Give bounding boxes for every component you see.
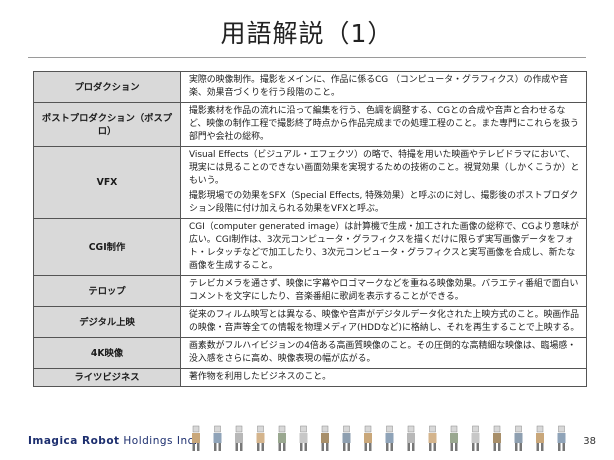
glossary-row: デジタル上映 従来のフィルム映写とは異なる、映像や音声がデジタルデータ化された上映… (33, 306, 587, 338)
robot-figure (407, 425, 415, 451)
glossary-term: VFX (33, 146, 181, 219)
robot-figure (321, 425, 329, 451)
slide-title: 用語解説（1） (220, 19, 394, 48)
definition-paragraph: 撮影素材を作品の流れに沿って編集を行う、色調を調整する、CGとの合成や音声と合わ… (189, 106, 579, 142)
robot-figure (299, 425, 308, 451)
glossary-term: CGI制作 (33, 218, 181, 276)
definition-paragraph: 従来のフィルム映写とは異なる、映像や音声がデジタルデータ化された上映方式のこと。… (189, 310, 580, 333)
robot-figure (364, 425, 372, 451)
robot-figures-illustration (192, 425, 566, 451)
robot-figure (471, 425, 480, 451)
glossary-row: CGI制作 CGI（computer generated image）は計算機で生… (33, 218, 587, 276)
glossary-row: ライツビジネス 著作物を利用したビジネスのこと。 (33, 368, 587, 387)
robot-figure (278, 425, 286, 451)
robot-figure (428, 425, 437, 451)
company-logo-text: Imagica Robot Holdings Inc. (28, 435, 198, 447)
glossary-row: 4K映像 画素数がフルハイビジョンの4倍ある高画質映像のこと。その圧倒的な高精細な… (33, 337, 587, 369)
glossary-term: プロダクション (33, 71, 181, 103)
robot-figure (450, 425, 458, 451)
definition-paragraph: テレビカメラを通さず、映像に字幕やロゴマークなどを重ねる映像効果。バラエティ番組… (189, 279, 579, 302)
glossary-definition: CGI（computer generated image）は計算機で生成・加工さ… (180, 218, 587, 276)
glossary-term: ポストプロダクション（ポスプロ） (33, 102, 181, 147)
glossary-row: VFX Visual Effects（ビジュアル・エフェクツ）の略で、特撮を用いた… (33, 146, 587, 219)
glossary-term: ライツビジネス (33, 368, 181, 387)
definition-paragraph: CGI（computer generated image）は計算機で生成・加工さ… (189, 222, 579, 271)
robot-figure (514, 425, 523, 451)
glossary-definition: 従来のフィルム映写とは異なる、映像や音声がデジタルデータ化された上映方式のこと。… (180, 306, 587, 338)
glossary-definition: Visual Effects（ビジュアル・エフェクツ）の略で、特撮を用いた映画や… (180, 146, 587, 219)
robot-figure (557, 425, 566, 451)
glossary-term: テロップ (33, 275, 181, 307)
glossary-row: テロップ テレビカメラを通さず、映像に字幕やロゴマークなどを重ねる映像効果。バラエ… (33, 275, 587, 307)
glossary-definition: 著作物を利用したビジネスのこと。 (180, 368, 587, 387)
title-divider (28, 57, 586, 58)
glossary-definition: 実際の映像制作。撮影をメインに、作品に係るCG （コンピュータ・グラフィクス）の… (180, 71, 587, 103)
robot-figure (256, 425, 265, 451)
glossary-definition: 撮影素材を作品の流れに沿って編集を行う、色調を調整する、CGとの合成や音声と合わ… (180, 102, 587, 147)
robot-figure (235, 425, 243, 451)
glossary-term: 4K映像 (33, 337, 181, 369)
glossary-table: プロダクション 実際の映像制作。撮影をメインに、作品に係るCG （コンピュータ・グ… (33, 71, 587, 387)
definition-paragraph: 撮影現場での効果をSFX（Special Effects, 特殊効果）と呼ぶのに… (189, 191, 579, 214)
brand-bold: Imagica Robot (28, 435, 120, 447)
glossary-term: デジタル上映 (33, 306, 181, 338)
definition-paragraph: 実際の映像制作。撮影をメインに、作品に係るCG （コンピュータ・グラフィクス）の… (189, 75, 569, 98)
definition-paragraph: Visual Effects（ビジュアル・エフェクツ）の略で、特撮を用いた映画や… (189, 150, 580, 186)
robot-figure (385, 425, 394, 451)
glossary-row: ポストプロダクション（ポスプロ） 撮影素材を作品の流れに沿って編集を行う、色調を調… (33, 102, 587, 147)
glossary-definition: テレビカメラを通さず、映像に字幕やロゴマークなどを重ねる映像効果。バラエティ番組… (180, 275, 587, 307)
page-number: 38 (583, 436, 596, 447)
definition-paragraph: 画素数がフルハイビジョンの4倍ある高画質映像のこと。その圧倒的な高精細な映像は、… (189, 341, 577, 364)
robot-figure (342, 425, 351, 451)
glossary-row: プロダクション 実際の映像制作。撮影をメインに、作品に係るCG （コンピュータ・グ… (33, 71, 587, 103)
glossary-definition: 画素数がフルハイビジョンの4倍ある高画質映像のこと。その圧倒的な高精細な映像は、… (180, 337, 587, 369)
definition-paragraph: 著作物を利用したビジネスのこと。 (189, 372, 331, 382)
robot-figure (192, 425, 200, 451)
robot-figure (213, 425, 222, 451)
robot-figure (493, 425, 501, 451)
brand-rest: Holdings Inc. (119, 435, 198, 447)
robot-figure (536, 425, 544, 451)
glossary-body: プロダクション 実際の映像制作。撮影をメインに、作品に係るCG （コンピュータ・グ… (33, 71, 587, 387)
